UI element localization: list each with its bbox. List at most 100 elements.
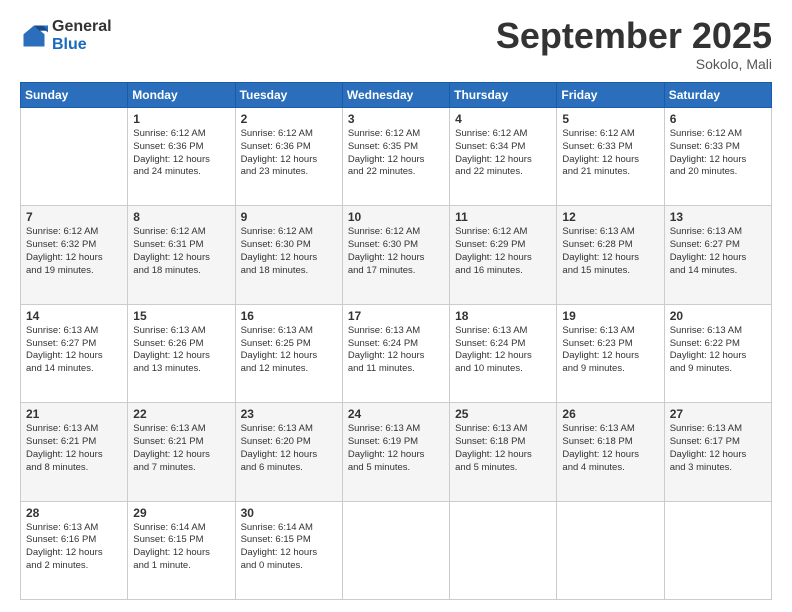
day-number: 11 — [455, 210, 551, 224]
calendar-cell — [21, 108, 128, 206]
day-number: 7 — [26, 210, 122, 224]
calendar: SundayMondayTuesdayWednesdayThursdayFrid… — [20, 82, 772, 600]
day-number: 2 — [241, 112, 337, 126]
day-number: 24 — [348, 407, 444, 421]
calendar-cell: 28Sunrise: 6:13 AM Sunset: 6:16 PM Dayli… — [21, 501, 128, 599]
day-info: Sunrise: 6:13 AM Sunset: 6:24 PM Dayligh… — [455, 325, 551, 376]
day-number: 16 — [241, 309, 337, 323]
day-number: 26 — [562, 407, 658, 421]
day-info: Sunrise: 6:14 AM Sunset: 6:15 PM Dayligh… — [133, 522, 229, 573]
day-info: Sunrise: 6:13 AM Sunset: 6:20 PM Dayligh… — [241, 423, 337, 474]
day-number: 6 — [670, 112, 766, 126]
day-info: Sunrise: 6:13 AM Sunset: 6:23 PM Dayligh… — [562, 325, 658, 376]
calendar-header-row: SundayMondayTuesdayWednesdayThursdayFrid… — [21, 83, 772, 108]
calendar-day-header: Monday — [128, 83, 235, 108]
day-info: Sunrise: 6:12 AM Sunset: 6:36 PM Dayligh… — [241, 128, 337, 179]
day-info: Sunrise: 6:12 AM Sunset: 6:30 PM Dayligh… — [348, 226, 444, 277]
calendar-cell — [557, 501, 664, 599]
day-number: 21 — [26, 407, 122, 421]
calendar-cell: 1 Sunrise: 6:12 AM Sunset: 6:36 PM Daylig… — [128, 108, 235, 206]
day-number: 1 — [133, 112, 229, 126]
day-info: Sunrise: 6:12 AM Sunset: 6:33 PM Dayligh… — [562, 128, 658, 179]
calendar-cell: 23 Sunrise: 6:13 AM Sunset: 6:20 PM Dayli… — [235, 403, 342, 501]
calendar-cell: 10 Sunrise: 6:12 AM Sunset: 6:30 PM Dayli… — [342, 206, 449, 304]
day-number: 17 — [348, 309, 444, 323]
calendar-cell: 26Sunrise: 6:13 AM Sunset: 6:18 PM Dayli… — [557, 403, 664, 501]
day-info: Sunrise: 6:13 AM Sunset: 6:21 PM Dayligh… — [26, 423, 122, 474]
calendar-day-header: Thursday — [450, 83, 557, 108]
calendar-cell: 20Sunrise: 6:13 AM Sunset: 6:22 PM Dayli… — [664, 304, 771, 402]
calendar-cell: 5 Sunrise: 6:12 AM Sunset: 6:33 PM Daylig… — [557, 108, 664, 206]
logo-blue: Blue — [52, 36, 112, 54]
day-number: 13 — [670, 210, 766, 224]
day-info: Sunrise: 6:13 AM Sunset: 6:26 PM Dayligh… — [133, 325, 229, 376]
day-number: 12 — [562, 210, 658, 224]
calendar-day-header: Saturday — [664, 83, 771, 108]
day-number: 27 — [670, 407, 766, 421]
calendar-cell: 6 Sunrise: 6:12 AM Sunset: 6:33 PM Daylig… — [664, 108, 771, 206]
day-info: Sunrise: 6:13 AM Sunset: 6:27 PM Dayligh… — [670, 226, 766, 277]
logo-general: General — [52, 18, 112, 36]
calendar-cell: 12 Sunrise: 6:13 AM Sunset: 6:28 PM Dayli… — [557, 206, 664, 304]
calendar-day-header: Sunday — [21, 83, 128, 108]
calendar-cell: 15 Sunrise: 6:13 AM Sunset: 6:26 PM Dayli… — [128, 304, 235, 402]
calendar-cell: 8 Sunrise: 6:12 AM Sunset: 6:31 PM Daylig… — [128, 206, 235, 304]
day-number: 14 — [26, 309, 122, 323]
day-number: 10 — [348, 210, 444, 224]
month-title: September 2025 — [496, 18, 772, 54]
day-info: Sunrise: 6:12 AM Sunset: 6:35 PM Dayligh… — [348, 128, 444, 179]
calendar-day-header: Friday — [557, 83, 664, 108]
title-block: September 2025 Sokolo, Mali — [496, 18, 772, 72]
day-info: Sunrise: 6:12 AM Sunset: 6:36 PM Dayligh… — [133, 128, 229, 179]
calendar-day-header: Wednesday — [342, 83, 449, 108]
day-info: Sunrise: 6:13 AM Sunset: 6:17 PM Dayligh… — [670, 423, 766, 474]
day-number: 29 — [133, 506, 229, 520]
day-info: Sunrise: 6:13 AM Sunset: 6:24 PM Dayligh… — [348, 325, 444, 376]
day-number: 15 — [133, 309, 229, 323]
day-info: Sunrise: 6:13 AM Sunset: 6:25 PM Dayligh… — [241, 325, 337, 376]
calendar-cell — [450, 501, 557, 599]
day-number: 8 — [133, 210, 229, 224]
logo-text: General Blue — [52, 18, 112, 53]
calendar-cell: 13 Sunrise: 6:13 AM Sunset: 6:27 PM Dayli… — [664, 206, 771, 304]
day-number: 9 — [241, 210, 337, 224]
calendar-cell: 16 Sunrise: 6:13 AM Sunset: 6:25 PM Dayli… — [235, 304, 342, 402]
day-number: 30 — [241, 506, 337, 520]
calendar-cell: 27 Sunrise: 6:13 AM Sunset: 6:17 PM Dayli… — [664, 403, 771, 501]
location: Sokolo, Mali — [496, 56, 772, 72]
day-number: 19 — [562, 309, 658, 323]
day-number: 3 — [348, 112, 444, 126]
logo: General Blue — [20, 18, 112, 53]
day-number: 18 — [455, 309, 551, 323]
day-info: Sunrise: 6:13 AM Sunset: 6:18 PM Dayligh… — [455, 423, 551, 474]
day-info: Sunrise: 6:12 AM Sunset: 6:34 PM Dayligh… — [455, 128, 551, 179]
calendar-week-row: 7 Sunrise: 6:12 AM Sunset: 6:32 PM Daylig… — [21, 206, 772, 304]
day-number: 23 — [241, 407, 337, 421]
day-number: 5 — [562, 112, 658, 126]
calendar-cell: 3 Sunrise: 6:12 AM Sunset: 6:35 PM Daylig… — [342, 108, 449, 206]
calendar-cell: 17 Sunrise: 6:13 AM Sunset: 6:24 PM Dayli… — [342, 304, 449, 402]
calendar-cell: 18 Sunrise: 6:13 AM Sunset: 6:24 PM Dayli… — [450, 304, 557, 402]
day-number: 22 — [133, 407, 229, 421]
day-info: Sunrise: 6:12 AM Sunset: 6:32 PM Dayligh… — [26, 226, 122, 277]
calendar-cell — [342, 501, 449, 599]
calendar-cell: 2 Sunrise: 6:12 AM Sunset: 6:36 PM Daylig… — [235, 108, 342, 206]
calendar-day-header: Tuesday — [235, 83, 342, 108]
calendar-cell: 29 Sunrise: 6:14 AM Sunset: 6:15 PM Dayli… — [128, 501, 235, 599]
day-info: Sunrise: 6:13 AM Sunset: 6:27 PM Dayligh… — [26, 325, 122, 376]
calendar-cell — [664, 501, 771, 599]
day-info: Sunrise: 6:13 AM Sunset: 6:22 PM Dayligh… — [670, 325, 766, 376]
day-info: Sunrise: 6:13 AM Sunset: 6:28 PM Dayligh… — [562, 226, 658, 277]
calendar-cell: 24Sunrise: 6:13 AM Sunset: 6:19 PM Dayli… — [342, 403, 449, 501]
calendar-week-row: 1 Sunrise: 6:12 AM Sunset: 6:36 PM Daylig… — [21, 108, 772, 206]
calendar-cell: 9Sunrise: 6:12 AM Sunset: 6:30 PM Daylig… — [235, 206, 342, 304]
day-info: Sunrise: 6:12 AM Sunset: 6:31 PM Dayligh… — [133, 226, 229, 277]
day-number: 28 — [26, 506, 122, 520]
calendar-cell: 7 Sunrise: 6:12 AM Sunset: 6:32 PM Daylig… — [21, 206, 128, 304]
day-number: 25 — [455, 407, 551, 421]
day-info: Sunrise: 6:12 AM Sunset: 6:33 PM Dayligh… — [670, 128, 766, 179]
calendar-cell: 30Sunrise: 6:14 AM Sunset: 6:15 PM Dayli… — [235, 501, 342, 599]
calendar-cell: 25 Sunrise: 6:13 AM Sunset: 6:18 PM Dayli… — [450, 403, 557, 501]
calendar-cell: 11Sunrise: 6:12 AM Sunset: 6:29 PM Dayli… — [450, 206, 557, 304]
calendar-week-row: 14 Sunrise: 6:13 AM Sunset: 6:27 PM Dayli… — [21, 304, 772, 402]
